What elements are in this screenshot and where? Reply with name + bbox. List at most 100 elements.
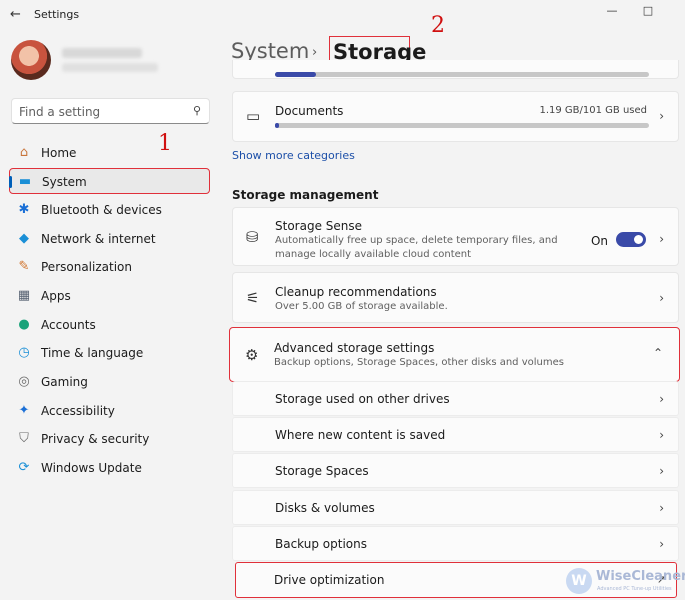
chevron-right-icon: › bbox=[659, 428, 664, 442]
wisecleaner-logo: W bbox=[566, 568, 592, 594]
chevron-right-icon: › bbox=[659, 464, 664, 478]
storage-sense-state: On bbox=[590, 234, 608, 248]
sidebar-item-system[interactable]: ▬ System bbox=[9, 168, 210, 194]
account-name-blurred bbox=[62, 48, 142, 58]
sidebar-item-bluetooth-devices[interactable]: ✱ Bluetooth & devices bbox=[9, 197, 210, 223]
sub-item-where-new-content-is-saved[interactable]: Where new content is saved › bbox=[232, 417, 679, 452]
home-icon: ⌂ bbox=[19, 145, 29, 160]
avatar[interactable] bbox=[11, 40, 51, 80]
storage-sense-title: Storage Sense bbox=[275, 219, 363, 233]
chevron-right-icon: › bbox=[659, 109, 664, 123]
documents-title: Documents bbox=[275, 104, 344, 118]
search-placeholder: Find a setting bbox=[19, 105, 101, 119]
sidebar-item-personalization[interactable]: ✎ Personalization bbox=[9, 254, 210, 280]
sidebar-item-network-internet[interactable]: ◆ Network & internet bbox=[9, 226, 210, 252]
chevron-right-icon: › bbox=[659, 232, 664, 246]
cleanup-title: Cleanup recommendations bbox=[275, 285, 437, 299]
sidebar-item-accounts[interactable]: ● Accounts bbox=[9, 312, 210, 338]
gear-icon: ⚙ bbox=[245, 346, 259, 364]
sidebar-item-label: Network & internet bbox=[41, 232, 156, 246]
back-arrow-icon[interactable]: ← bbox=[10, 7, 26, 23]
sidebar-item-label: Personalization bbox=[41, 260, 132, 274]
sidebar-item-accessibility[interactable]: ✦ Accessibility bbox=[9, 398, 210, 424]
section-title: Storage management bbox=[232, 188, 379, 202]
sub-item-storage-spaces[interactable]: Storage Spaces › bbox=[232, 453, 679, 488]
search-input[interactable]: Find a setting ⚲ bbox=[11, 98, 210, 124]
maximize-button[interactable]: □ bbox=[639, 4, 657, 20]
search-icon: ⚲ bbox=[192, 104, 201, 117]
cleanup-subtitle: Over 5.00 GB of storage available. bbox=[275, 301, 448, 312]
chevron-right-icon: › bbox=[659, 501, 664, 515]
bluetooth-icon: ✱ bbox=[18, 202, 30, 217]
sub-item-label: Drive optimization bbox=[274, 573, 385, 587]
documents-usage: 1.19 GB/101 GB used bbox=[539, 105, 647, 116]
sidebar-item-label: Accounts bbox=[41, 318, 96, 332]
app-title: Settings bbox=[34, 8, 80, 21]
advanced-storage-settings-card[interactable]: ⚙ Advanced storage settings Backup optio… bbox=[229, 327, 680, 382]
controller-icon: ◎ bbox=[18, 374, 30, 389]
sidebar-item-label: Bluetooth & devices bbox=[41, 203, 162, 217]
sub-item-disks-volumes[interactable]: Disks & volumes › bbox=[232, 490, 679, 525]
shield-icon: ⛉ bbox=[19, 431, 29, 446]
accessibility-icon: ✦ bbox=[18, 403, 30, 418]
wisecleaner-tagline: Advanced PC Tune-up Utilities bbox=[597, 586, 672, 592]
advanced-title: Advanced storage settings bbox=[274, 341, 435, 355]
wisecleaner-name: WiseCleaner bbox=[596, 569, 685, 584]
sub-item-label: Storage used on other drives bbox=[275, 392, 450, 406]
storage-sense-toggle[interactable] bbox=[616, 232, 646, 247]
chevron-right-icon: › bbox=[659, 291, 664, 305]
brush-icon: ✎ bbox=[18, 259, 30, 274]
cleanup-recommendations-card[interactable]: ⚟ Cleanup recommendations Over 5.00 GB o… bbox=[232, 272, 679, 323]
sidebar-item-label: Accessibility bbox=[41, 404, 115, 418]
sub-item-label: Disks & volumes bbox=[275, 501, 375, 515]
usage-bar-fill bbox=[275, 72, 317, 77]
chevron-right-icon: › bbox=[312, 45, 318, 60]
sidebar-item-label: System bbox=[42, 175, 87, 189]
sidebar-item-label: Time & language bbox=[41, 346, 144, 360]
sidebar-item-label: Gaming bbox=[41, 375, 88, 389]
sub-item-label: Backup options bbox=[275, 537, 367, 551]
update-icon: ⟳ bbox=[18, 460, 30, 475]
sidebar-item-home[interactable]: ⌂ Home bbox=[9, 140, 210, 166]
account-email-blurred bbox=[62, 63, 158, 72]
sub-item-label: Where new content is saved bbox=[275, 428, 446, 442]
sidebar-item-privacy-security[interactable]: ⛉ Privacy & security bbox=[9, 426, 210, 452]
globe-clock-icon: ◷ bbox=[18, 345, 30, 360]
sidebar-item-apps[interactable]: ▦ Apps bbox=[9, 283, 210, 309]
apps-icon: ▦ bbox=[17, 288, 31, 303]
annotation-1: 1 bbox=[158, 131, 172, 156]
storage-sense-subtitle: Automatically free up space, delete temp… bbox=[275, 235, 558, 260]
storage-sense-card[interactable]: ⛁ Storage Sense Automatically free up sp… bbox=[232, 207, 679, 266]
storage-sense-icon: ⛁ bbox=[246, 228, 259, 246]
sidebar-item-gaming[interactable]: ◎ Gaming bbox=[9, 369, 210, 395]
show-more-categories-link[interactable]: Show more categories bbox=[232, 149, 355, 162]
wifi-icon: ◆ bbox=[19, 231, 29, 246]
person-icon: ● bbox=[18, 317, 30, 332]
system-icon: ▬ bbox=[18, 174, 32, 189]
advanced-subtitle: Backup options, Storage Spaces, other di… bbox=[274, 357, 564, 368]
documents-usage-fill bbox=[275, 123, 280, 128]
chevron-right-icon: › bbox=[659, 537, 664, 551]
sidebar-item-label: Apps bbox=[41, 289, 71, 303]
sidebar-item-label: Privacy & security bbox=[41, 432, 150, 446]
annotation-2: 2 bbox=[431, 13, 445, 38]
chevron-right-icon: › bbox=[659, 392, 664, 406]
sub-item-label: Storage Spaces bbox=[275, 464, 369, 478]
minimize-button[interactable]: — bbox=[603, 4, 621, 20]
documents-card[interactable]: ▭ Documents 1.19 GB/101 GB used › bbox=[232, 91, 679, 142]
sub-item-storage-used-on-other-drives[interactable]: Storage used on other drives › bbox=[232, 381, 679, 416]
active-indicator bbox=[9, 176, 12, 188]
storage-category-card-partial[interactable] bbox=[232, 60, 679, 79]
title-bar: ← Settings — □ bbox=[0, 0, 685, 30]
broom-icon: ⚟ bbox=[246, 289, 260, 307]
sidebar-item-label: Home bbox=[41, 146, 77, 160]
sidebar-item-time-language[interactable]: ◷ Time & language bbox=[9, 340, 210, 366]
chevron-up-icon: ⌃ bbox=[652, 346, 663, 360]
documents-usage-bar bbox=[275, 123, 649, 128]
sidebar-item-windows-update[interactable]: ⟳ Windows Update bbox=[9, 455, 210, 481]
sidebar-item-label: Windows Update bbox=[41, 461, 142, 475]
sub-item-backup-options[interactable]: Backup options › bbox=[232, 526, 679, 561]
usage-bar-track bbox=[275, 72, 649, 77]
wisecleaner-watermark: W WiseCleaner Advanced PC Tune-up Utilit… bbox=[566, 568, 685, 596]
folder-icon: ▭ bbox=[246, 107, 261, 125]
